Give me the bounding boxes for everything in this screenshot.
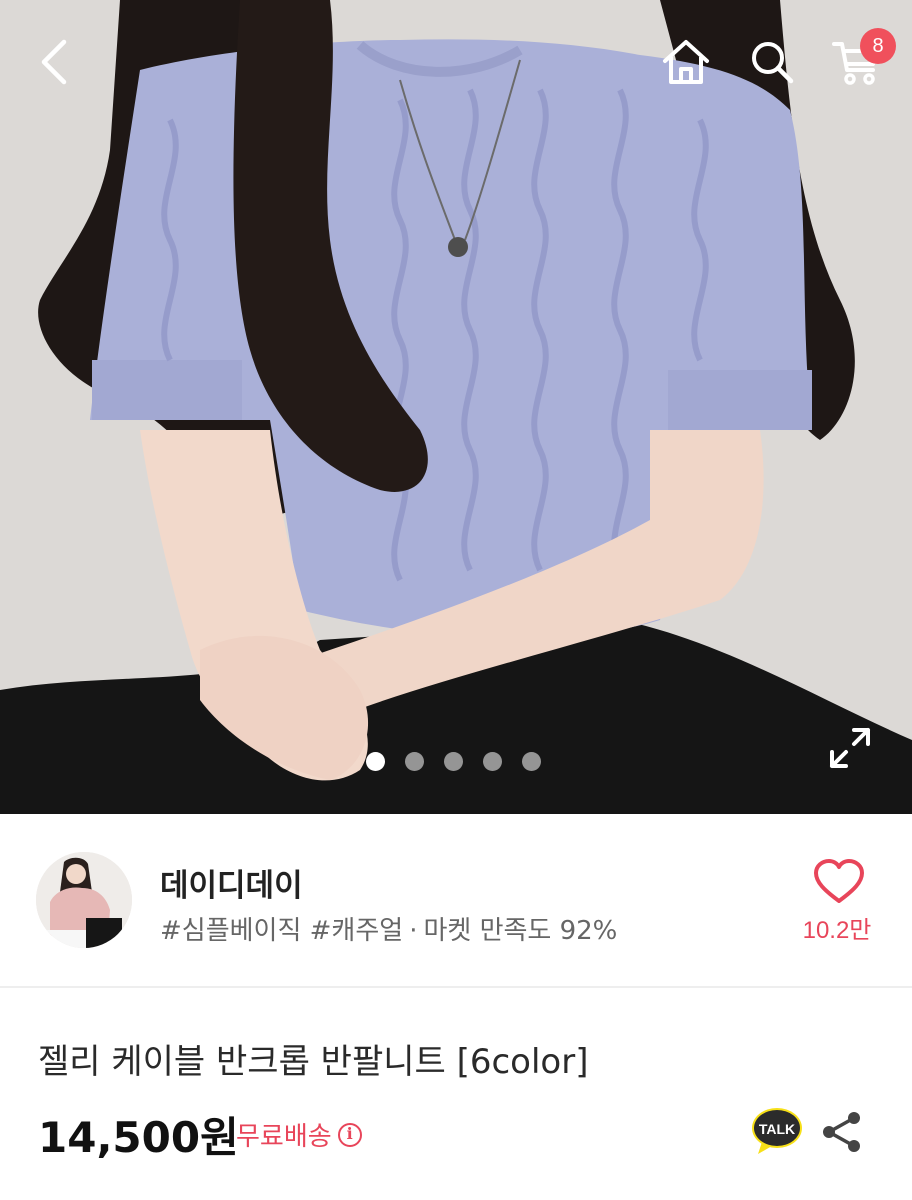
shop-meta: #심플베이직 #캐주얼 · 마켓 만족도 92% — [160, 910, 617, 947]
product-title: 젤리 케이블 반크롭 반팔니트 [6color] — [38, 1042, 589, 1082]
gallery-pagination — [366, 752, 541, 772]
share-icon — [823, 1112, 860, 1152]
pagination-dot-4[interactable] — [483, 752, 502, 771]
product-image-gallery[interactable]: 8 — [0, 0, 912, 814]
share-button[interactable] — [820, 1110, 864, 1154]
shop-avatar[interactable] — [36, 852, 132, 948]
info-icon[interactable]: i — [337, 1122, 362, 1147]
shipping-label: 무료배송 — [236, 1122, 332, 1152]
pagination-dot-2[interactable] — [405, 752, 424, 771]
home-button[interactable] — [656, 32, 716, 92]
like-button[interactable] — [812, 858, 866, 906]
kakao-talk-button[interactable]: TALK — [750, 1106, 804, 1156]
pagination-dot-1[interactable] — [366, 752, 385, 771]
shop-info-row[interactable]: 데이디데이 #심플베이직 #캐주얼 · 마켓 만족도 92% 10.2만 — [0, 814, 912, 988]
shop-avatar-image — [36, 852, 132, 948]
pagination-dot-5[interactable] — [522, 752, 541, 771]
search-button[interactable] — [742, 32, 802, 92]
cart-badge: 8 — [860, 28, 896, 64]
shipping-info[interactable]: 무료배송 i — [236, 1116, 362, 1153]
talk-label: TALK — [759, 1121, 795, 1137]
shop-name[interactable]: 데이디데이 — [160, 860, 303, 905]
shop-tags: #심플베이직 #캐주얼 — [160, 916, 404, 946]
product-price: 14,500원 — [38, 1113, 239, 1162]
back-button[interactable] — [24, 32, 84, 92]
meta-separator: · — [409, 916, 418, 946]
chevron-left-icon — [41, 39, 67, 85]
product-photo — [0, 0, 912, 814]
home-icon — [663, 40, 709, 84]
like-count: 10.2만 — [802, 917, 872, 944]
search-icon — [752, 42, 794, 84]
heart-icon — [814, 859, 864, 903]
expand-icon — [830, 728, 870, 768]
shop-satisfaction: 마켓 만족도 92% — [423, 916, 618, 946]
expand-image-button[interactable] — [826, 724, 874, 772]
pagination-dot-3[interactable] — [444, 752, 463, 771]
talk-icon: TALK — [752, 1108, 802, 1154]
